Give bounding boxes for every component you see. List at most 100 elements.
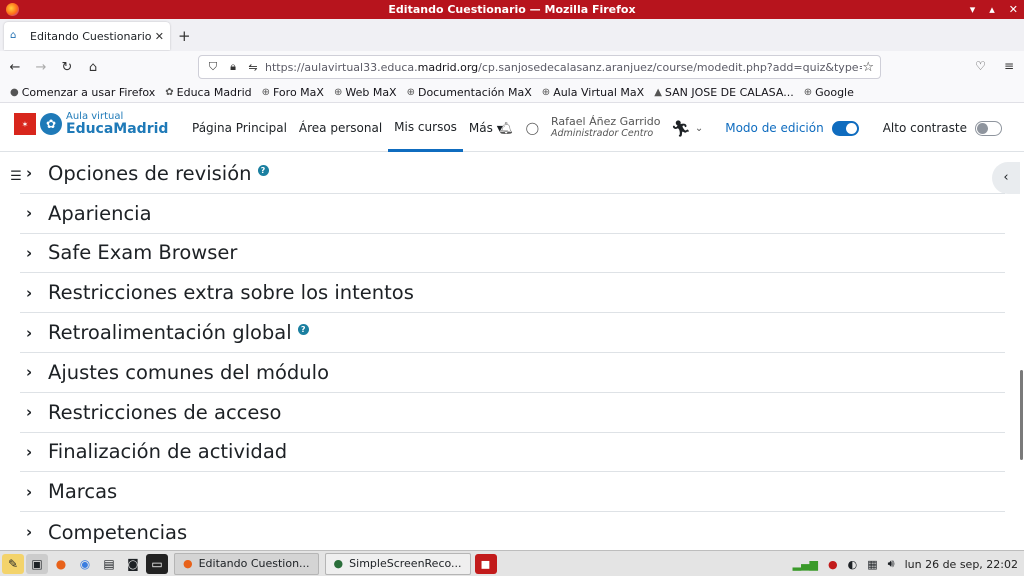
section-label: Safe Exam Browser (48, 241, 238, 265)
window-title: Editando Cuestionario — Mozilla Firefox (388, 3, 636, 16)
shell-launcher-icon[interactable]: ▭ (146, 553, 168, 574)
firefox-icon: ● (183, 557, 193, 570)
menu-icon[interactable]: ≡ (1004, 59, 1014, 73)
user-menu-chevron-down-icon[interactable]: ⌄ (695, 123, 703, 134)
section-apariencia[interactable]: › Apariencia (20, 194, 1005, 234)
navigation-bar: ← → ↻ ⌂ ⛉ 🔒︎ ⇋ https://aulavirtual33.edu… (0, 51, 1024, 83)
nav-area-personal[interactable]: Área personal (293, 104, 388, 152)
home-icon[interactable]: ⌂ (82, 60, 104, 75)
header-right: 🔔︎ ◯ Rafael Áñez Garrido Administrador C… (498, 104, 1002, 152)
minimize-button[interactable]: ▾ (970, 3, 976, 16)
section-safe-exam-browser[interactable]: › Safe Exam Browser (20, 234, 1005, 274)
bookmark-item[interactable]: ⊕ Aula Virtual MaX (542, 86, 644, 99)
site-logo[interactable]: ✶ ✿ Aula virtual EducaMadrid (14, 112, 168, 136)
bookmark-item[interactable]: ⊕ Google (804, 86, 854, 99)
bookmark-item[interactable]: ⊕ Documentación MaX (407, 86, 532, 99)
firefox-launcher-icon[interactable]: ● (50, 554, 72, 574)
chevron-right-icon: › (26, 323, 33, 342)
lock-icon[interactable]: 🔒︎ (225, 60, 241, 74)
bookmark-item[interactable]: ⊕ Foro MaX (262, 86, 324, 99)
bookmark-item[interactable]: ● Comenzar a usar Firefox (10, 86, 155, 99)
text-editor-launcher-icon[interactable]: ✎ (2, 553, 24, 574)
window-titlebar: Editando Cuestionario — Mozilla Firefox … (0, 0, 1024, 19)
clock[interactable]: lun 26 de sep, 22:02 (905, 558, 1018, 571)
chevron-right-icon: › (26, 523, 33, 542)
network-signal-icon[interactable]: ▂▄▆ (793, 558, 818, 571)
record-indicator-icon[interactable]: ● (828, 558, 838, 571)
chevron-right-icon: › (26, 442, 33, 461)
url-bar[interactable]: ⛉ 🔒︎ ⇋ https://aulavirtual33.educa.madri… (198, 55, 881, 79)
section-finalizacion-actividad[interactable]: › Finalización de actividad (20, 433, 1005, 473)
educamadrid-icon: ✿ (165, 87, 174, 98)
user-role: Administrador Centro (551, 127, 654, 139)
reload-icon[interactable]: ↻ (56, 60, 78, 75)
maximize-button[interactable]: ▴ (989, 3, 995, 16)
page-scrollbar[interactable] (1020, 370, 1023, 460)
chevron-right-icon: › (26, 164, 33, 183)
globe-icon: ⊕ (333, 87, 343, 98)
nav-pagina-principal[interactable]: Página Principal (186, 104, 293, 152)
new-tab-button[interactable]: + (178, 27, 191, 45)
pocket-icon[interactable]: ♡ (975, 59, 986, 73)
section-label: Ajustes comunes del módulo (48, 360, 329, 384)
educamadrid-logo-icon: ✿ (40, 113, 62, 135)
high-contrast-toggle[interactable] (975, 120, 1002, 136)
globe-icon: ⊕ (261, 87, 270, 98)
record-stop-icon[interactable]: ◼ (474, 553, 497, 574)
section-restricciones-acceso[interactable]: › Restricciones de acceso (20, 393, 1005, 433)
bookmark-item[interactable]: ▲ SAN JOSE DE CALASA... (654, 86, 794, 99)
window-controls: ▾ ▴ ✕ (970, 0, 1018, 19)
section-competencias[interactable]: › Competencias (20, 512, 1005, 552)
edit-mode-label: Modo de edición (725, 121, 824, 135)
section-restricciones-extra[interactable]: › Restricciones extra sobre los intentos (20, 273, 1005, 314)
tab-close-icon[interactable]: ✕ (155, 30, 164, 43)
tab-title: Editando Cuestionario (30, 29, 152, 43)
clipboard-icon[interactable]: ▦ (867, 558, 877, 571)
close-window-button[interactable]: ✕ (1009, 3, 1018, 16)
back-icon[interactable]: ← (4, 60, 26, 75)
bookmark-star-icon[interactable]: ☆ (862, 60, 874, 75)
chevron-right-icon: › (26, 243, 33, 262)
screenshot-icon[interactable]: ◐ (848, 558, 858, 571)
files-launcher-icon[interactable]: ▤ (98, 554, 120, 574)
help-icon[interactable]: ? (257, 164, 269, 176)
bookmarks-bar: ● Comenzar a usar Firefox ✿ Educa Madrid ⊕… (0, 83, 1024, 103)
moodle-favicon-icon: ⌂ (10, 30, 17, 41)
section-label: Marcas (48, 480, 118, 504)
taskbar-item-firefox[interactable]: ● Editando Cuestion... (174, 552, 319, 575)
taskbar-item-screenrecorder[interactable]: ● SimpleScreenReco... (324, 552, 471, 575)
avatar[interactable]: 🏃︎ (671, 119, 691, 138)
chrome-launcher-icon[interactable]: ◉ (74, 554, 96, 574)
forward-icon[interactable]: → (30, 60, 52, 75)
madrid-flag-icon: ✶ (14, 113, 36, 135)
nav-mis-cursos[interactable]: Mis cursos (388, 104, 463, 152)
shield-icon[interactable]: ⛉ (205, 60, 221, 74)
recorder-icon: ● (333, 557, 344, 570)
url-text[interactable]: https://aulavirtual33.educa.madrid.org/c… (265, 61, 862, 74)
chevron-right-icon: › (26, 283, 33, 302)
section-retroalimentacion-global[interactable]: › Retroalimentación global ? (20, 313, 1005, 353)
section-label: Opciones de revisión (48, 161, 252, 185)
bookmark-item[interactable]: ⊕ Web MaX (334, 86, 397, 99)
section-marcas[interactable]: › Marcas (20, 472, 1005, 513)
browser-tab[interactable]: ⌂ Editando Cuestionario ✕ (4, 22, 170, 50)
user-info[interactable]: Rafael Áñez Garrido Administrador Centro (551, 116, 661, 140)
notifications-bell-icon[interactable]: 🔔︎ (498, 121, 513, 135)
section-ajustes-comunes[interactable]: › Ajustes comunes del módulo (20, 353, 1005, 393)
terminal-launcher-icon[interactable]: ▣ (26, 553, 48, 574)
section-label: Restricciones de acceso (48, 400, 282, 424)
globe-icon: ⊕ (803, 87, 813, 98)
section-label: Restricciones extra sobre los intentos (48, 281, 414, 305)
messages-icon[interactable]: ◯ (526, 121, 539, 135)
section-label: Finalización de actividad (48, 440, 288, 464)
section-label: Retroalimentación global (48, 321, 292, 345)
primary-navigation: Página Principal Área personal Mis curso… (186, 104, 509, 152)
permissions-icon[interactable]: ⇋ (245, 61, 261, 74)
section-opciones-revision[interactable]: › Opciones de revisión ? (20, 154, 1005, 194)
volume-icon[interactable]: 🔊︎ (888, 557, 895, 571)
bookmark-item[interactable]: ✿ Educa Madrid (165, 86, 251, 99)
camera-launcher-icon[interactable]: ◙ (122, 554, 144, 574)
help-icon[interactable]: ? (297, 324, 309, 336)
system-tray: ▂▄▆ ● ◐ ▦ 🔊︎ lun 26 de sep, 22:02 (793, 551, 1024, 576)
edit-mode-toggle[interactable] (831, 120, 859, 136)
